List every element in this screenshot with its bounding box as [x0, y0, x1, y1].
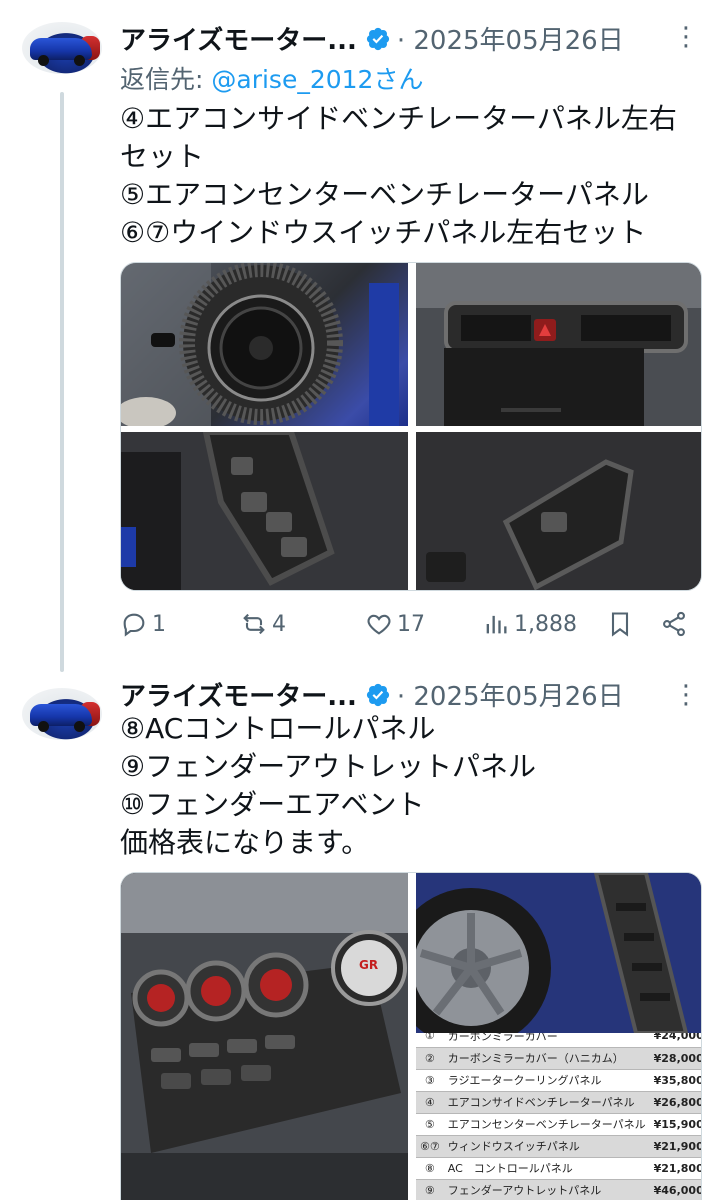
price-cell-price: ¥24,000 [649, 1033, 701, 1048]
photo-window-switch-driver[interactable] [121, 432, 408, 590]
author-name[interactable]: アライズモーター... [120, 20, 357, 57]
reply-icon [123, 613, 145, 637]
price-table-image[interactable]: ① カーボンミラーカバー ¥24,000 ② カーボンミラーカバー（ハニカム） ¥28,0… [416, 1033, 701, 1200]
like-icon [367, 614, 391, 635]
price-cell-item: カーボンミラーカバー（ハニカム） [443, 1047, 650, 1070]
price-table: ① カーボンミラーカバー ¥24,000 ② カーボンミラーカバー（ハニカム） ¥28,0… [416, 1033, 701, 1200]
more-icon[interactable]: ⋮ [673, 680, 699, 710]
price-row: ② カーボンミラーカバー（ハニカム） ¥28,000 [416, 1047, 701, 1070]
price-cell-num: ② [416, 1047, 444, 1070]
retweet-button[interactable]: 4 [240, 610, 286, 638]
price-cell-item: AC コントロールパネル [443, 1157, 650, 1180]
verified-badge-icon [366, 27, 389, 50]
price-row: ⑤ エアコンセンターベンチレーターパネル ¥15,900 [416, 1113, 701, 1136]
photo-fender-outlet-panel[interactable] [416, 873, 701, 1033]
price-cell-price: ¥26,800 [649, 1091, 701, 1114]
views-button[interactable]: 1,888 [482, 610, 577, 638]
reply-label: 返信先: [120, 65, 212, 94]
views-icon [486, 615, 507, 634]
price-cell-item: カーボンミラーカバー [443, 1033, 650, 1048]
tweet-date[interactable]: · 2025年05月26日 [397, 20, 624, 57]
price-cell-num: ③ [416, 1069, 444, 1092]
price-cell-item: ウィンドウスイッチパネル [443, 1135, 650, 1158]
like-count: 17 [397, 611, 425, 637]
tweet-2[interactable]: アライズモーター... · 2025年05月26日 ⋮ ⑧ACコントロールパネル… [0, 670, 725, 1200]
tweet-header: アライズモーター... · 2025年05月26日 [120, 20, 624, 57]
svg-text:GR: GR [359, 958, 378, 972]
price-cell-num: ⑤ [416, 1113, 444, 1136]
bookmark-button[interactable] [606, 610, 634, 638]
price-cell-price: ¥35,800 [649, 1069, 701, 1092]
photo-air-vent-side[interactable] [121, 263, 408, 426]
tweet-1[interactable]: アライズモーター... · 2025年05月26日 ⋮ 返信先: @arise_… [0, 0, 725, 670]
price-cell-num: ④ [416, 1091, 444, 1114]
price-row: ④ エアコンサイドベンチレーターパネル ¥26,800 [416, 1091, 701, 1114]
price-row: ⑧ AC コントロールパネル ¥21,800 [416, 1157, 701, 1180]
avatar[interactable] [22, 22, 102, 74]
bookmark-icon [611, 612, 629, 637]
photo-window-switch-passenger[interactable] [416, 432, 701, 590]
tweet-text: ④エアコンサイドベンチレーターパネル左右 セット ⑤エアコンセンターベンチレータ… [120, 102, 677, 249]
action-bar: 1 4 17 1,888 [120, 610, 702, 642]
avatar[interactable] [22, 688, 102, 740]
tweet-date[interactable]: · 2025年05月26日 [397, 676, 624, 713]
price-cell-item: エアコンサイドベンチレーターパネル [443, 1091, 650, 1114]
reply-count: 1 [152, 611, 166, 637]
tweet-header: アライズモーター... · 2025年05月26日 [120, 676, 624, 713]
tweet-text: ⑧ACコントロールパネル ⑨フェンダーアウトレットパネル ⑩フェンダーエアベント… [120, 712, 536, 859]
price-cell-price: ¥21,800 [649, 1157, 701, 1180]
retweet-icon [243, 613, 265, 635]
photo-air-vent-center[interactable] [416, 263, 701, 426]
price-cell-num: ⑨ [416, 1179, 444, 1200]
reply-handle-link[interactable]: @arise_2012さん [211, 65, 423, 94]
like-button[interactable]: 17 [365, 610, 425, 638]
price-row: ① カーボンミラーカバー ¥24,000 [416, 1033, 701, 1048]
retweet-count: 4 [272, 611, 286, 637]
price-cell-item: フェンダーアウトレットパネル [443, 1179, 650, 1200]
view-count: 1,888 [514, 611, 577, 637]
price-row: ⑥⑦ ウィンドウスイッチパネル ¥21,900 [416, 1135, 701, 1158]
share-button[interactable] [660, 610, 688, 638]
reply-context: 返信先: @arise_2012さん [120, 60, 423, 96]
verified-badge-icon [366, 683, 389, 706]
photo-ac-control-panel[interactable]: GR [121, 873, 408, 1200]
reply-button[interactable]: 1 [120, 610, 166, 638]
author-name[interactable]: アライズモーター... [120, 676, 357, 713]
price-cell-item: ラジエータークーリングパネル [443, 1069, 650, 1092]
price-cell-num: ⑧ [416, 1157, 444, 1180]
price-cell-price: ¥46,000 [649, 1179, 701, 1200]
price-cell-num: ① [416, 1033, 444, 1048]
price-row: ⑨ フェンダーアウトレットパネル ¥46,000 [416, 1179, 701, 1200]
price-cell-num: ⑥⑦ [416, 1135, 444, 1158]
more-icon[interactable]: ⋮ [673, 22, 699, 52]
price-cell-item: エアコンセンターベンチレーターパネル [443, 1113, 650, 1136]
price-cell-price: ¥15,900 [649, 1113, 701, 1136]
media-grid[interactable] [120, 262, 702, 591]
share-icon [663, 611, 685, 637]
media-grid[interactable]: GR ① カーボンミラーカバー ¥24,000 ② カーボンミラーカバー（ハニカ… [120, 872, 702, 1200]
price-row: ③ ラジエータークーリングパネル ¥35,800 [416, 1069, 701, 1092]
price-cell-price: ¥28,000 [649, 1047, 701, 1070]
price-cell-price: ¥21,900 [649, 1135, 701, 1158]
